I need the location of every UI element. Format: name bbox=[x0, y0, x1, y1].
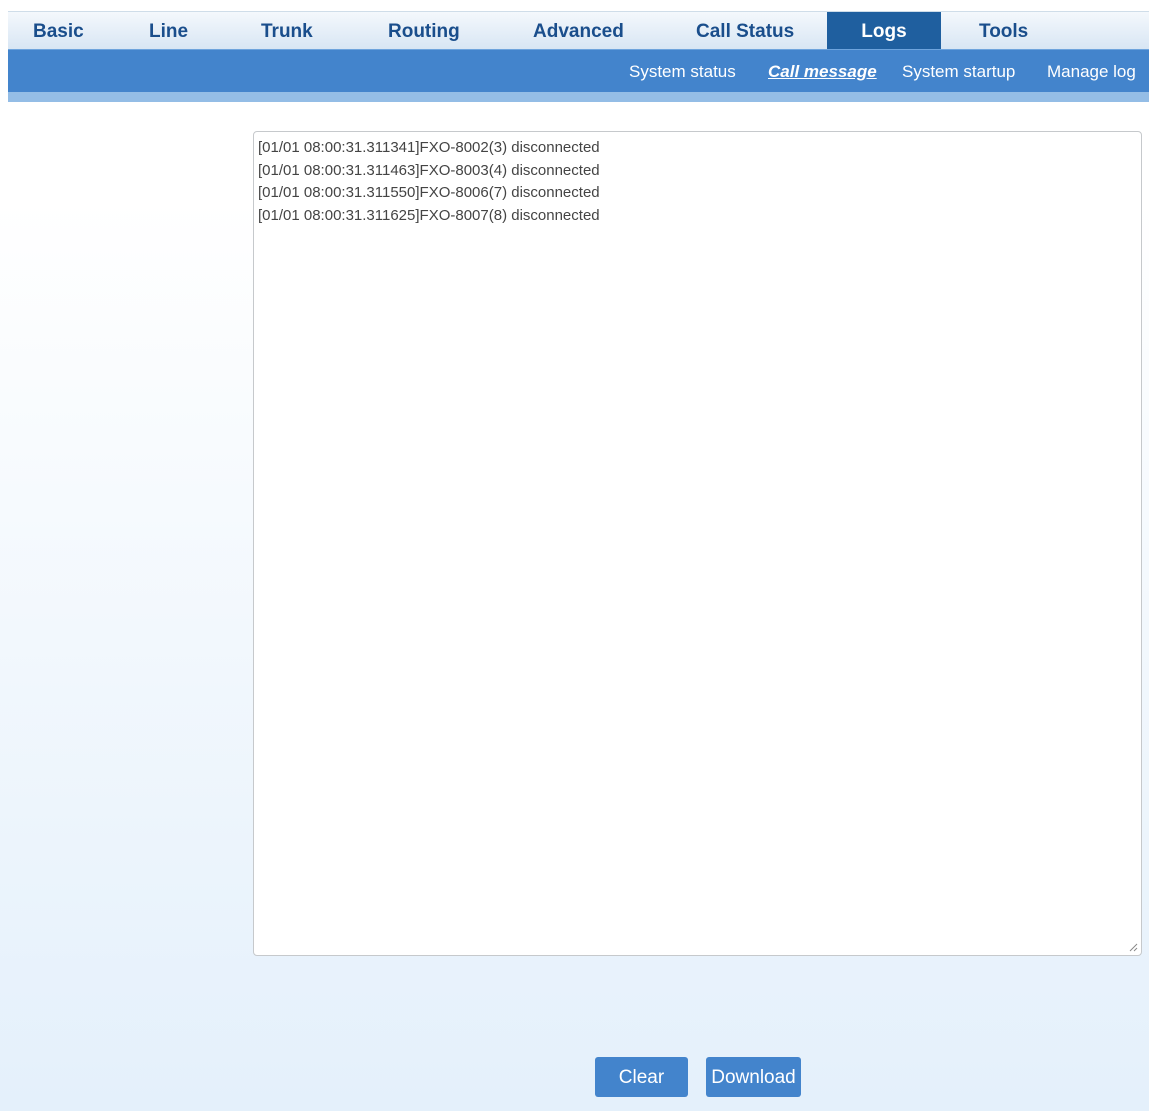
download-button[interactable]: Download bbox=[706, 1057, 801, 1097]
subnav-call-message[interactable]: Call message bbox=[768, 50, 877, 92]
sub-navigation: System status Call message System startu… bbox=[8, 49, 1149, 92]
resize-handle-icon[interactable] bbox=[1129, 943, 1138, 952]
subnav-manage-log[interactable]: Manage log bbox=[1047, 50, 1136, 92]
tab-routing[interactable]: Routing bbox=[388, 12, 460, 49]
call-log-textarea[interactable]: [01/01 08:00:31.311341]FXO-8002(3) disco… bbox=[253, 131, 1142, 956]
tab-logs[interactable]: Logs bbox=[827, 12, 941, 49]
subnav-divider-strip bbox=[8, 92, 1149, 102]
tab-advanced[interactable]: Advanced bbox=[533, 12, 624, 49]
tab-call-status[interactable]: Call Status bbox=[696, 12, 794, 49]
log-line: [01/01 08:00:31.311625]FXO-8007(8) disco… bbox=[258, 206, 600, 224]
subnav-system-startup[interactable]: System startup bbox=[902, 50, 1015, 92]
tab-tools[interactable]: Tools bbox=[979, 12, 1028, 49]
tab-basic[interactable]: Basic bbox=[33, 12, 84, 49]
clear-button[interactable]: Clear bbox=[595, 1057, 688, 1097]
log-line: [01/01 08:00:31.311341]FXO-8002(3) disco… bbox=[258, 139, 600, 156]
log-line: [01/01 08:00:31.311550]FXO-8006(7) disco… bbox=[258, 184, 600, 201]
log-line: [01/01 08:00:31.311463]FXO-8003(4) disco… bbox=[258, 161, 600, 179]
top-navigation: Basic Line Trunk Routing Advanced Call S… bbox=[8, 11, 1149, 49]
tab-line[interactable]: Line bbox=[149, 12, 188, 49]
subnav-system-status[interactable]: System status bbox=[629, 50, 736, 92]
tab-trunk[interactable]: Trunk bbox=[261, 12, 313, 49]
